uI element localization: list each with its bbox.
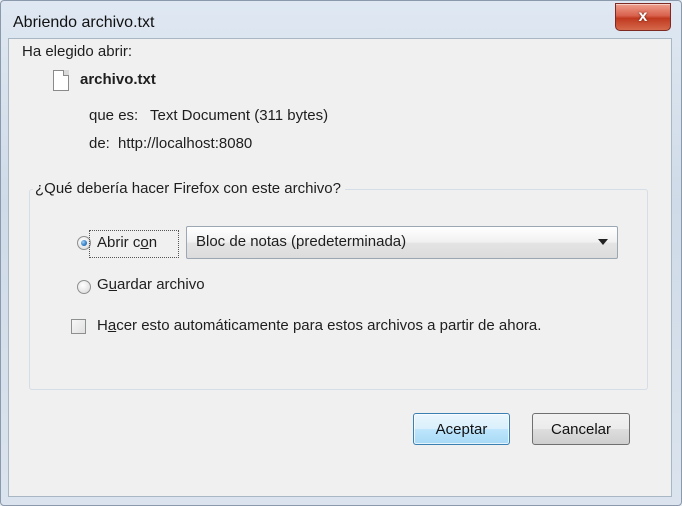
text-file-icon: [53, 70, 69, 91]
auto-action-label[interactable]: Hacer esto automáticamente para estos ar…: [97, 317, 541, 334]
window-title: Abriendo archivo.txt: [13, 14, 155, 31]
title-bar[interactable]: Abriendo archivo.txt x: [1, 1, 681, 35]
save-file-radio[interactable]: [77, 280, 91, 294]
file-source-label: de:: [89, 135, 110, 152]
chevron-down-icon: [598, 239, 608, 245]
application-select[interactable]: Bloc de notas (predeterminada): [186, 226, 618, 259]
accept-button[interactable]: Aceptar: [413, 413, 510, 445]
file-type-value: Text Document (311 bytes): [150, 107, 329, 124]
open-with-label[interactable]: Abrir con: [97, 234, 157, 251]
intro-text: Ha elegido abrir:: [22, 43, 133, 60]
file-type-label: que es:: [89, 107, 139, 124]
action-question: ¿Qué debería hacer Firefox con este arch…: [33, 180, 345, 197]
save-file-label[interactable]: Guardar archivo: [97, 276, 205, 293]
auto-action-checkbox[interactable]: [71, 319, 86, 334]
application-select-value: Bloc de notas (predeterminada): [196, 233, 407, 250]
close-button[interactable]: x: [615, 3, 671, 31]
cancel-button[interactable]: Cancelar: [532, 413, 630, 445]
file-name: archivo.txt: [80, 71, 156, 88]
close-icon: x: [638, 8, 648, 25]
file-source-value: http://localhost:8080: [118, 135, 253, 152]
